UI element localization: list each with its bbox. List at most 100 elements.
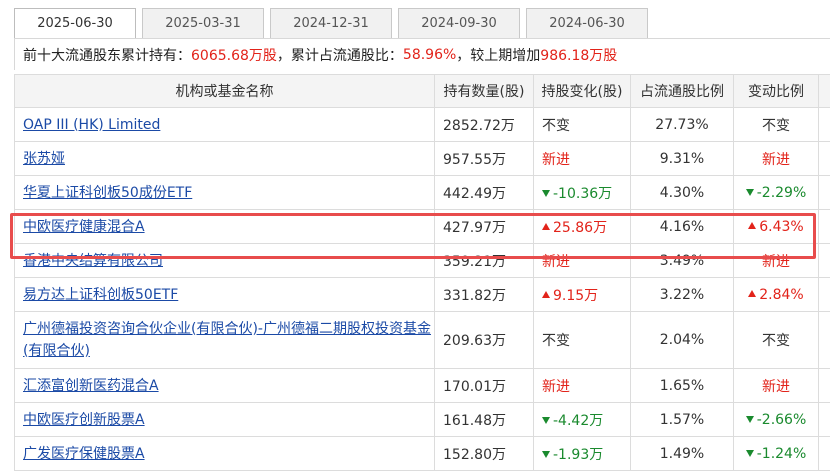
header-vary: 变动比例: [734, 75, 819, 108]
holding-change: 9.15万: [553, 288, 598, 304]
holding-change: 不变: [542, 118, 570, 134]
change-ratio: -1.24%: [757, 446, 807, 462]
table-row: OAP III (HK) Limited 2852.72万 不变 27.73% 不变: [15, 108, 830, 142]
holding-qty: 957.55万: [443, 152, 506, 168]
holding-change: 新进: [542, 379, 570, 395]
holding-change-cell: 新进: [534, 369, 631, 403]
holding-qty: 2852.72万: [443, 118, 515, 134]
holding-qty-cell: 957.55万: [435, 142, 534, 176]
holding-qty-cell: 442.49万: [435, 176, 534, 210]
float-ratio: 1.65%: [660, 378, 704, 394]
holding-change-cell: -4.42万: [534, 403, 631, 437]
float-ratio: 3.22%: [660, 287, 704, 303]
tab-2024-09-30[interactable]: 2024-09-30: [398, 8, 520, 38]
change-ratio: 2.84%: [759, 287, 803, 303]
holder-link[interactable]: 香港中央结算有限公司: [23, 253, 163, 269]
arrow-up-icon: [748, 290, 756, 297]
holding-change-cell: 不变: [534, 312, 631, 369]
holding-summary: 前十大流通股东累计持有： 6065.68万股 ，累计占流通股比： 58.96% …: [14, 38, 830, 70]
holding-qty: 161.48万: [443, 413, 506, 429]
arrow-down-icon: [746, 416, 754, 423]
change-ratio-cell: 6.43%: [734, 210, 819, 244]
holding-change-cell: 9.15万: [534, 278, 631, 312]
holder-name-cell: 广发医疗保健股票A: [15, 437, 435, 471]
tab-2025-06-30[interactable]: 2025-06-30: [14, 8, 136, 38]
holding-change: -10.36万: [553, 186, 612, 202]
holding-qty: 359.21万: [443, 254, 506, 270]
change-ratio-cell: -1.24%: [734, 437, 819, 471]
holding-change: 不变: [542, 333, 570, 349]
holding-change-cell: 25.86万: [534, 210, 631, 244]
header-change: 持股变化(股): [534, 75, 631, 108]
change-ratio-cell: 不变: [734, 312, 819, 369]
holding-qty: 331.82万: [443, 288, 506, 304]
summary-mid: ，累计占流通股比：: [277, 45, 403, 65]
float-ratio: 2.04%: [660, 332, 704, 348]
table-row: 易方达上证科创板50ETF 331.82万 9.15万 3.22% 2.84%: [15, 278, 830, 312]
holding-qty-cell: 331.82万: [435, 278, 534, 312]
holding-qty: 427.97万: [443, 220, 506, 236]
holding-qty: 170.01万: [443, 379, 506, 395]
summary-ratio: 58.96%: [403, 47, 456, 63]
holding-change-cell: -1.93万: [534, 437, 631, 471]
change-ratio-cell: 不变: [734, 108, 819, 142]
holding-qty-cell: 152.80万: [435, 437, 534, 471]
holding-qty: 442.49万: [443, 186, 506, 202]
holder-link[interactable]: 张苏娅: [23, 151, 65, 167]
float-ratio-cell: 4.30%: [631, 176, 734, 210]
table-row: 广发医疗保健股票A152.80万-1.93万1.49%-1.24%: [15, 437, 830, 471]
holding-qty: 209.63万: [443, 333, 506, 349]
table-row: 汇添富创新医药混合A 170.01万 新进 1.65% 新进: [15, 369, 830, 403]
tab-2024-06-30[interactable]: 2024-06-30: [526, 8, 648, 38]
holder-link[interactable]: OAP III (HK) Limited: [23, 117, 160, 133]
holder-link[interactable]: 广州德福投资咨询合伙企业(有限合伙)-广州德福二期股权投资基金(有限合伙): [23, 321, 431, 359]
holder-name-cell: 易方达上证科创板50ETF: [15, 278, 435, 312]
tab-2025-03-31[interactable]: 2025-03-31: [142, 8, 264, 38]
holder-link[interactable]: 汇添富创新医药混合A: [23, 378, 159, 394]
float-ratio-cell: 4.16%: [631, 210, 734, 244]
summary-tail: ，较上期增加: [456, 45, 540, 65]
holding-change: 25.86万: [553, 220, 607, 236]
holder-name-cell: 张苏娅: [15, 142, 435, 176]
float-ratio-cell: 3.49%: [631, 244, 734, 278]
holding-qty-cell: 359.21万: [435, 244, 534, 278]
summary-increase: 986.18万股: [540, 45, 617, 65]
holder-link[interactable]: 华夏上证科创板50成份ETF: [23, 185, 192, 201]
tab-2024-12-31[interactable]: 2024-12-31: [270, 8, 392, 38]
holding-change-cell: 不变: [534, 108, 631, 142]
row-spacer: [819, 369, 830, 403]
holding-change-cell: 新进: [534, 244, 631, 278]
table-row: 中欧医疗健康混合A 427.97万 25.86万 4.16% 6.43%: [15, 210, 830, 244]
holder-link[interactable]: 中欧医疗创新股票A: [23, 412, 145, 428]
change-ratio-cell: 新进: [734, 142, 819, 176]
row-spacer: [819, 437, 830, 471]
arrow-down-icon: [746, 450, 754, 457]
holding-change-cell: 新进: [534, 142, 631, 176]
holder-link[interactable]: 广发医疗保健股票A: [23, 446, 145, 462]
table-header-row: 机构或基金名称 持有数量(股) 持股变化(股) 占流通股比例 变动比例: [15, 75, 830, 108]
float-ratio: 27.73%: [655, 117, 708, 133]
table-row: 广州德福投资咨询合伙企业(有限合伙)-广州德福二期股权投资基金(有限合伙) 209…: [15, 312, 830, 369]
change-ratio-cell: 新进: [734, 369, 819, 403]
header-qty: 持有数量(股): [435, 75, 534, 108]
change-ratio: 不变: [762, 118, 790, 134]
holder-name-cell: 香港中央结算有限公司: [15, 244, 435, 278]
row-spacer: [819, 176, 830, 210]
summary-prefix: 前十大流通股东累计持有：: [23, 45, 191, 65]
arrow-down-icon: [542, 451, 550, 458]
holding-qty-cell: 161.48万: [435, 403, 534, 437]
holding-change: 新进: [542, 254, 570, 270]
holder-name-cell: 中欧医疗创新股票A: [15, 403, 435, 437]
row-spacer: [819, 278, 830, 312]
arrow-up-icon: [542, 291, 550, 298]
holding-qty-cell: 2852.72万: [435, 108, 534, 142]
row-spacer: [819, 108, 830, 142]
period-tabs: 2025-06-30 2025-03-31 2024-12-31 2024-09…: [14, 8, 654, 38]
change-ratio: 6.43%: [759, 219, 803, 235]
holder-link[interactable]: 中欧医疗健康混合A: [23, 219, 145, 235]
holding-qty-cell: 427.97万: [435, 210, 534, 244]
holder-link[interactable]: 易方达上证科创板50ETF: [23, 287, 178, 303]
float-ratio: 4.16%: [660, 219, 704, 235]
change-ratio: 新进: [762, 254, 790, 270]
table-row: 张苏娅957.55万新进9.31%新进: [15, 142, 830, 176]
